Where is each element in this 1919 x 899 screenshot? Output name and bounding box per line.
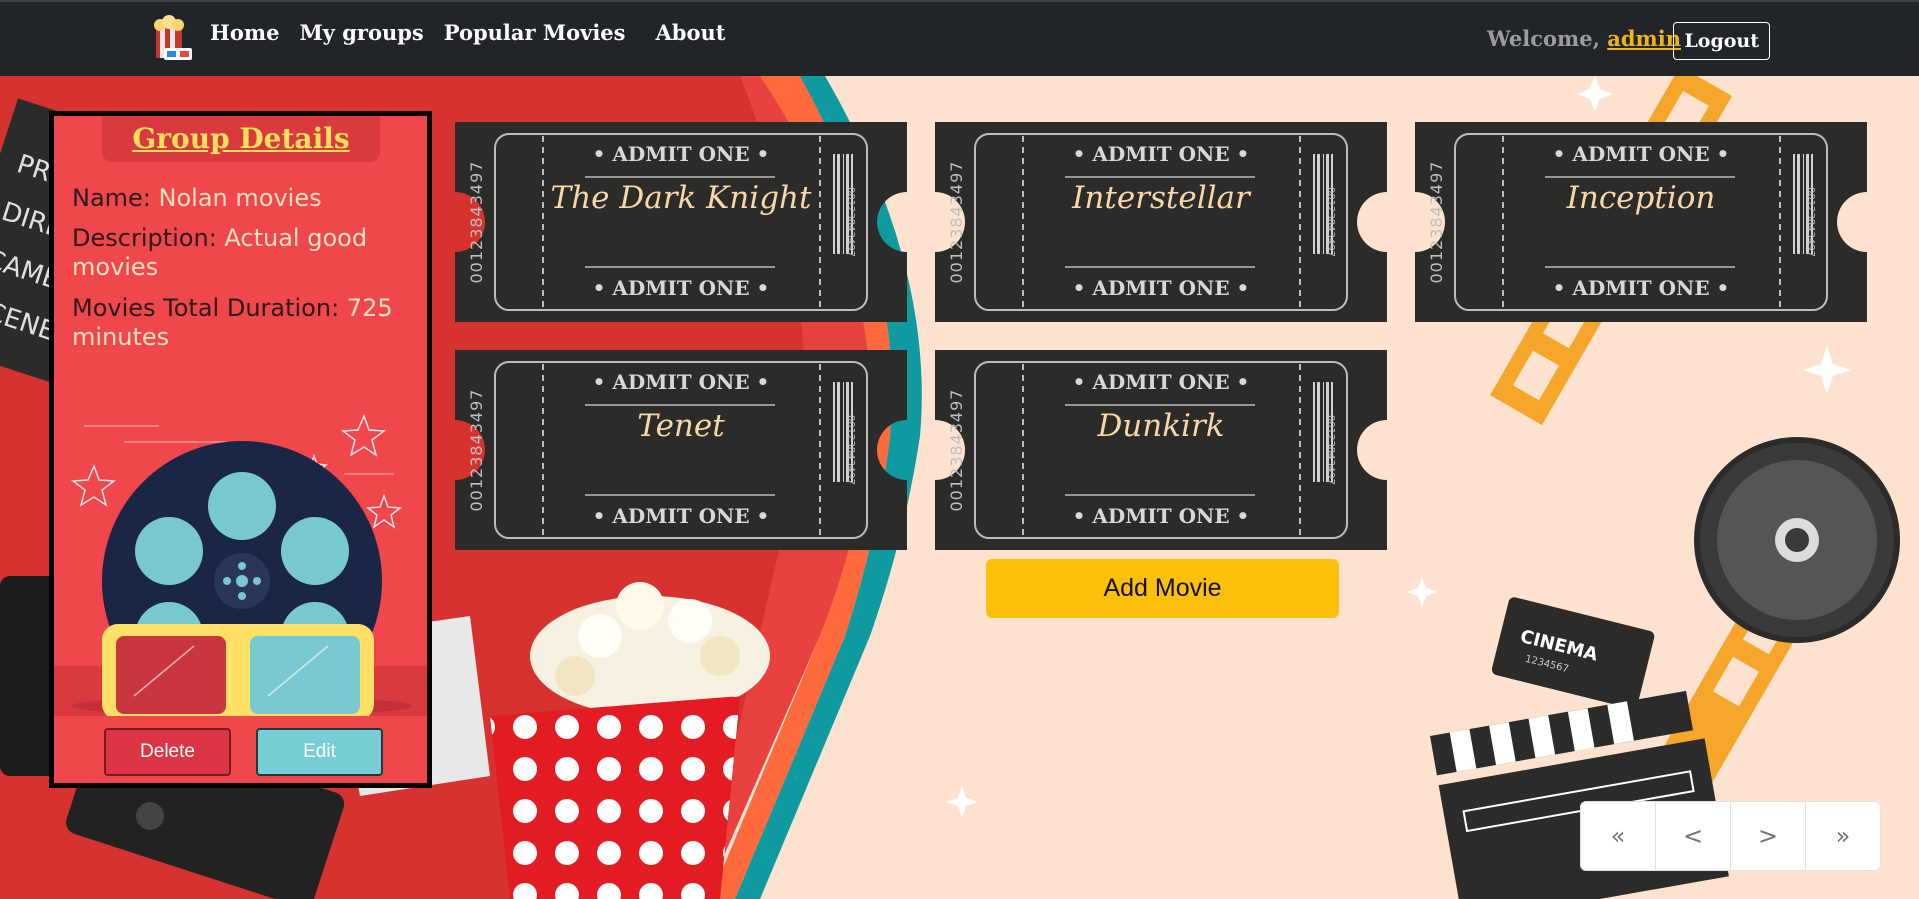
ticket-admit-top: • ADMIT ONE • <box>592 370 770 394</box>
navbar: Home My groups Popular Movies About Welc… <box>0 0 1919 76</box>
ticket-serial: 00123843497 <box>947 388 966 512</box>
welcome-text: Welcome, admin <box>1487 26 1681 51</box>
next-page-button[interactable]: > <box>1730 801 1806 871</box>
ticket-serial-barcode: 00123843497 <box>1325 187 1336 257</box>
previous-page-button[interactable]: < <box>1655 801 1731 871</box>
nav-popular-movies-link[interactable]: Popular Movies <box>444 20 626 45</box>
last-page-button[interactable]: » <box>1805 801 1881 871</box>
ticket-admit-bottom: • ADMIT ONE • <box>592 504 770 528</box>
username-link[interactable]: admin <box>1607 26 1681 51</box>
group-details-title: Group Details <box>132 122 350 155</box>
ticket-movie-title: Dunkirk <box>1097 408 1225 444</box>
group-name-label: Name: <box>72 184 159 212</box>
ticket-serial: 00123843497 <box>467 388 486 512</box>
group-duration-label: Movies Total Duration: <box>72 294 347 322</box>
movie-ticket[interactable]: • ADMIT ONE • Interstellar • ADMIT ONE •… <box>935 122 1387 322</box>
pagination: « < > » <box>1580 801 1881 871</box>
edit-group-button[interactable]: Edit <box>256 728 383 776</box>
movie-ticket[interactable]: • ADMIT ONE • Inception • ADMIT ONE • 00… <box>1415 122 1867 322</box>
movie-ticket[interactable]: • ADMIT ONE • Dunkirk • ADMIT ONE • 0012… <box>935 350 1387 550</box>
ticket-movie-title: The Dark Knight <box>550 180 812 216</box>
delete-group-button[interactable]: Delete <box>104 728 231 776</box>
ticket-movie-title: Interstellar <box>1072 180 1250 216</box>
group-description-row: Description: Actual good movies <box>72 224 402 282</box>
nav-about-link[interactable]: About <box>656 20 726 45</box>
ticket-serial-barcode: 00123843497 <box>1325 415 1336 485</box>
ticket-serial: 00123843497 <box>467 160 486 284</box>
ticket-serial: 00123843497 <box>1427 160 1446 284</box>
group-name-value: Nolan movies <box>158 184 322 212</box>
nav-my-groups-link[interactable]: My groups <box>299 20 423 45</box>
ticket-admit-top: • ADMIT ONE • <box>1072 142 1250 166</box>
ticket-movie-title: Tenet <box>637 408 725 444</box>
movie-ticket[interactable]: • ADMIT ONE • The Dark Knight • ADMIT ON… <box>455 122 907 322</box>
ticket-serial: 00123843497 <box>947 160 966 284</box>
ticket-admit-top: • ADMIT ONE • <box>1072 370 1250 394</box>
group-details-panel: Group Details Name: Nolan movies Descrip… <box>49 111 432 788</box>
add-movie-button[interactable]: Add Movie <box>986 559 1339 618</box>
group-duration-row: Movies Total Duration: 725 minutes <box>72 294 402 352</box>
ticket-serial-barcode: 00123843497 <box>845 187 856 257</box>
film-reel-decoration <box>1694 437 1900 643</box>
movie-ticket[interactable]: • ADMIT ONE • Tenet • ADMIT ONE • 001238… <box>455 350 907 550</box>
ticket-admit-bottom: • ADMIT ONE • <box>592 276 770 300</box>
logout-button[interactable]: Logout <box>1673 22 1770 60</box>
group-title-tab: Group Details <box>102 116 380 162</box>
popcorn-logo-icon[interactable] <box>150 14 194 62</box>
group-description-label: Description: <box>72 224 225 252</box>
welcome-prefix: Welcome, <box>1487 26 1608 51</box>
film-reel-3d-glasses-illustration <box>54 413 427 716</box>
ticket-admit-top: • ADMIT ONE • <box>1552 142 1730 166</box>
ticket-admit-bottom: • ADMIT ONE • <box>1072 276 1250 300</box>
nav-home-link[interactable]: Home <box>210 20 279 45</box>
ticket-movie-title: Inception <box>1566 180 1716 216</box>
ticket-admit-top: • ADMIT ONE • <box>592 142 770 166</box>
ticket-serial-barcode: 00123843497 <box>845 415 856 485</box>
group-name-row: Name: Nolan movies <box>72 184 402 213</box>
ticket-admit-bottom: • ADMIT ONE • <box>1072 504 1250 528</box>
first-page-button[interactable]: « <box>1580 801 1656 871</box>
ticket-serial-barcode: 00123843497 <box>1805 187 1816 257</box>
ticket-admit-bottom: • ADMIT ONE • <box>1552 276 1730 300</box>
